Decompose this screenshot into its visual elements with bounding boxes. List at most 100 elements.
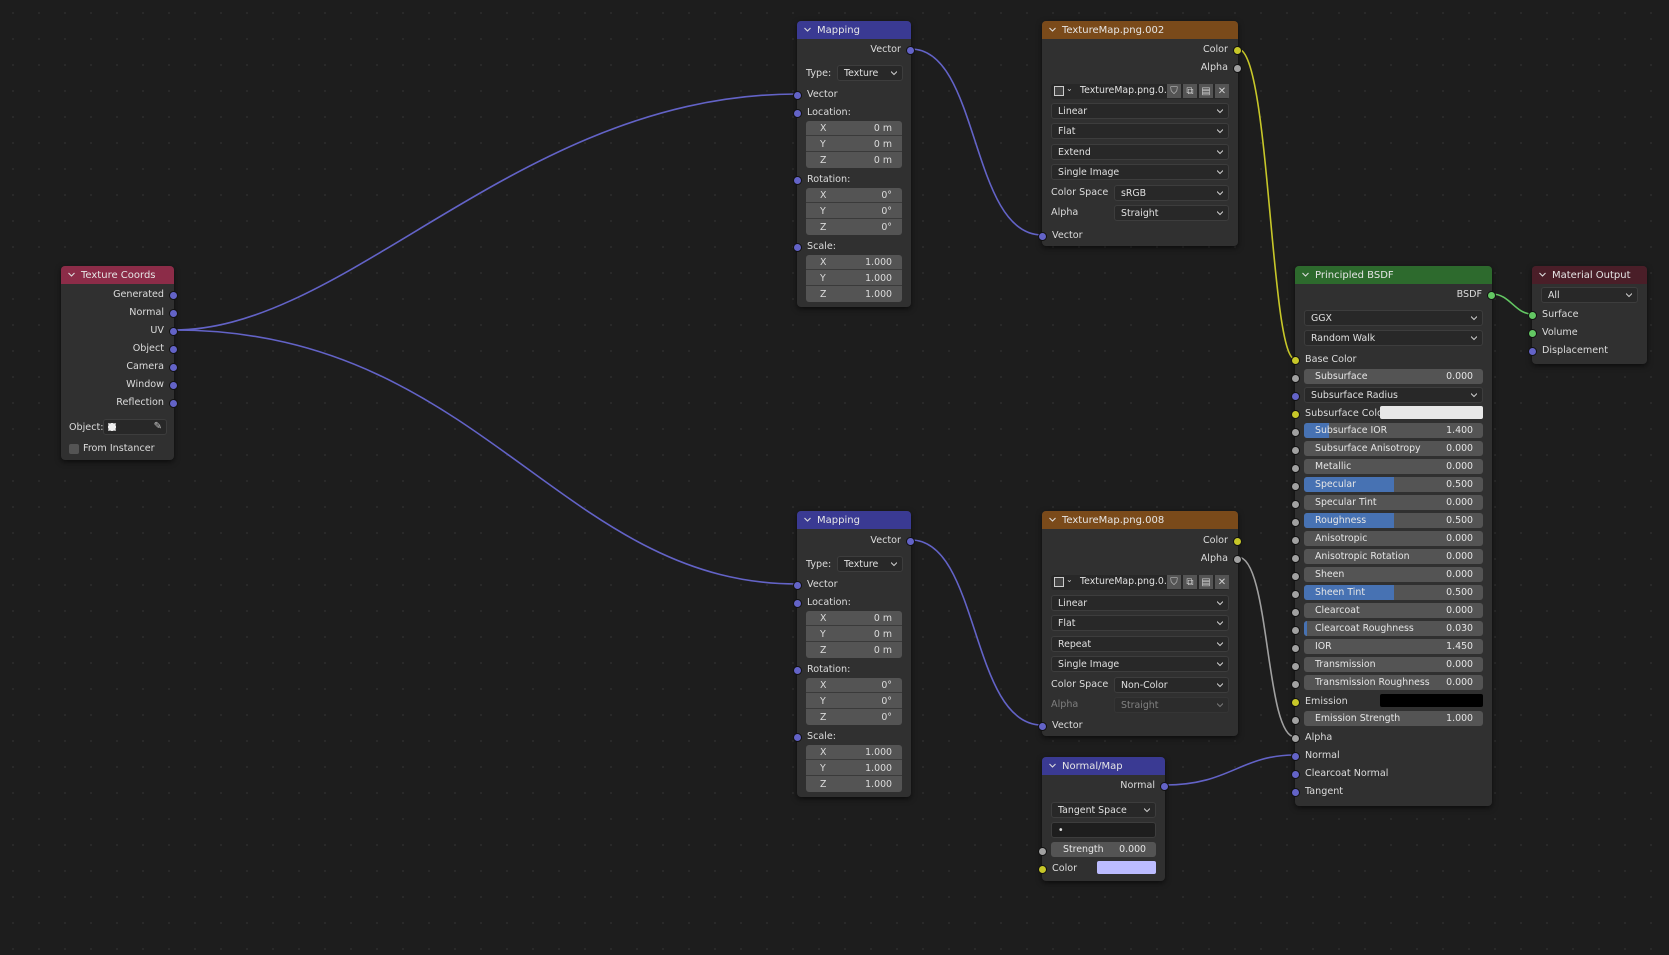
specular-tint-slider[interactable]: Specular Tint 0.000 <box>1304 495 1483 510</box>
rotation-y[interactable]: Y 0° <box>806 204 902 219</box>
extension-dropdown[interactable]: Repeat <box>1051 636 1229 652</box>
socket-dot[interactable] <box>1038 864 1047 874</box>
socket-dot[interactable] <box>1291 481 1300 491</box>
socket-dot[interactable] <box>1233 45 1242 55</box>
transmission-roughness-slider[interactable]: Transmission Roughness 0.000 <box>1304 675 1483 690</box>
anisotropic-rotation-slider[interactable]: Anisotropic Rotation 0.000 <box>1304 549 1483 564</box>
socket-dot[interactable] <box>1038 231 1047 241</box>
location-x[interactable]: X 0 m <box>806 611 902 626</box>
texture-coords-header[interactable]: Texture Coords <box>61 266 174 284</box>
strength-slider[interactable]: Strength 0.000 <box>1051 842 1156 857</box>
socket-dot[interactable] <box>1528 346 1537 356</box>
image-texture-header[interactable]: TextureMap.png.008 <box>1042 511 1238 529</box>
socket-dot[interactable] <box>169 398 178 408</box>
socket-dot[interactable] <box>1291 373 1300 383</box>
collapse-chevron-icon[interactable] <box>1302 271 1309 278</box>
location-y[interactable]: Y 0 m <box>806 137 902 152</box>
duplicate-icon[interactable]: ⧉ <box>1183 575 1197 589</box>
socket-dot[interactable] <box>1487 290 1496 300</box>
socket-dot[interactable] <box>169 290 178 300</box>
socket-dot[interactable] <box>1291 409 1300 419</box>
collapse-chevron-icon[interactable] <box>1049 516 1056 523</box>
socket-dot[interactable] <box>1291 625 1300 635</box>
location-z[interactable]: Z 0 m <box>806 643 902 658</box>
subsurface-slider[interactable]: Subsurface 0.000 <box>1304 369 1483 384</box>
collapse-chevron-icon[interactable] <box>1049 26 1056 33</box>
image-selector[interactable]: ⌄ TextureMap.png.0... ⛉ ⧉ ▤ ✕ <box>1051 575 1229 590</box>
clearcoat-roughness-slider[interactable]: Clearcoat Roughness 0.030 <box>1304 621 1483 636</box>
location-x[interactable]: X 0 m <box>806 121 902 136</box>
transmission-slider[interactable]: Transmission 0.000 <box>1304 657 1483 672</box>
socket-dot[interactable] <box>793 665 802 675</box>
socket-dot[interactable] <box>1291 517 1300 527</box>
socket-dot[interactable] <box>1291 733 1300 743</box>
anisotropic-slider[interactable]: Anisotropic 0.000 <box>1304 531 1483 546</box>
projection-dropdown[interactable]: Flat <box>1051 615 1229 631</box>
fake-user-shield-icon[interactable]: ⛉ <box>1167 84 1181 98</box>
color-swatch[interactable] <box>1097 861 1156 874</box>
source-dropdown[interactable]: Single Image <box>1051 164 1229 180</box>
color-space-dropdown[interactable]: Non-Color <box>1114 677 1229 693</box>
interpolation-dropdown[interactable]: Linear <box>1051 595 1229 611</box>
rotation-fields[interactable]: X 0° Y 0° Z 0° <box>806 678 902 725</box>
socket-dot[interactable] <box>1291 589 1300 599</box>
socket-dot[interactable] <box>1291 427 1300 437</box>
metallic-slider[interactable]: Metallic 0.000 <box>1304 459 1483 474</box>
socket-dot[interactable] <box>1291 643 1300 653</box>
color-space-dropdown[interactable]: sRGB <box>1114 185 1229 201</box>
socket-dot[interactable] <box>1038 846 1047 856</box>
socket-dot[interactable] <box>1291 607 1300 617</box>
principled-bsdf-header[interactable]: Principled BSDF <box>1295 266 1492 284</box>
material-output-header[interactable]: Material Output <box>1532 266 1647 284</box>
socket-dot[interactable] <box>1528 328 1537 338</box>
subsurface-method-dropdown[interactable]: Random Walk <box>1304 330 1483 346</box>
socket-dot[interactable] <box>793 108 802 118</box>
collapse-chevron-icon[interactable] <box>1539 271 1546 278</box>
type-dropdown[interactable]: Texture <box>837 65 903 81</box>
close-icon[interactable]: ✕ <box>1215 84 1229 98</box>
rotation-z[interactable]: Z 0° <box>806 220 902 235</box>
location-z[interactable]: Z 0 m <box>806 153 902 168</box>
roughness-slider[interactable]: Roughness 0.500 <box>1304 513 1483 528</box>
socket-dot[interactable] <box>1160 781 1169 791</box>
socket-dot[interactable] <box>169 380 178 390</box>
rotation-fields[interactable]: X 0° Y 0° Z 0° <box>806 188 902 235</box>
eyedropper-icon[interactable]: ✎ <box>154 421 162 432</box>
socket-dot[interactable] <box>169 362 178 372</box>
mapping-header[interactable]: Mapping <box>797 511 911 529</box>
socket-dot[interactable] <box>169 326 178 336</box>
socket-dot[interactable] <box>1291 679 1300 689</box>
socket-dot[interactable] <box>793 242 802 252</box>
socket-dot[interactable] <box>169 308 178 318</box>
target-dropdown[interactable]: All <box>1541 287 1638 303</box>
fake-user-shield-icon[interactable]: ⛉ <box>1167 575 1181 589</box>
sheen-slider[interactable]: Sheen 0.000 <box>1304 567 1483 582</box>
source-dropdown[interactable]: Single Image <box>1051 656 1229 672</box>
image-texture-node-1[interactable]: TextureMap.png.002 Color Alpha ⌄ Texture… <box>1038 21 1242 246</box>
socket-dot[interactable] <box>169 344 178 354</box>
clearcoat-slider[interactable]: Clearcoat 0.000 <box>1304 603 1483 618</box>
duplicate-icon[interactable]: ⧉ <box>1183 84 1197 98</box>
image-name[interactable]: TextureMap.png.0... <box>1080 85 1173 96</box>
socket-dot[interactable] <box>1291 697 1300 707</box>
scale-y[interactable]: Y 1.000 <box>806 761 902 776</box>
close-icon[interactable]: ✕ <box>1215 575 1229 589</box>
open-image-icon[interactable]: ▤ <box>1199 575 1213 589</box>
from-instancer-checkbox[interactable] <box>69 444 79 454</box>
subsurface-anisotropy-slider[interactable]: Subsurface Anisotropy 0.000 <box>1304 441 1483 456</box>
socket-dot[interactable] <box>793 580 802 590</box>
rotation-x[interactable]: X 0° <box>806 188 902 203</box>
socket-dot[interactable] <box>1291 787 1300 797</box>
mapping-header[interactable]: Mapping <box>797 21 911 39</box>
scale-fields[interactable]: X 1.000 Y 1.000 Z 1.000 <box>806 745 902 792</box>
socket-dot[interactable] <box>793 175 802 185</box>
location-fields[interactable]: X 0 m Y 0 m Z 0 m <box>806 121 902 168</box>
type-dropdown[interactable]: Texture <box>837 556 903 572</box>
socket-dot[interactable] <box>1291 661 1300 671</box>
socket-dot[interactable] <box>1233 554 1242 564</box>
socket-dot[interactable] <box>1038 721 1047 731</box>
image-name[interactable]: TextureMap.png.0... <box>1080 576 1173 587</box>
collapse-chevron-icon[interactable] <box>1049 762 1056 769</box>
image-selector[interactable]: ⌄ TextureMap.png.0... ⛉ ⧉ ▤ ✕ <box>1051 84 1229 99</box>
texture-coords-node[interactable]: Texture Coords Generated Normal UV Objec… <box>61 266 178 460</box>
